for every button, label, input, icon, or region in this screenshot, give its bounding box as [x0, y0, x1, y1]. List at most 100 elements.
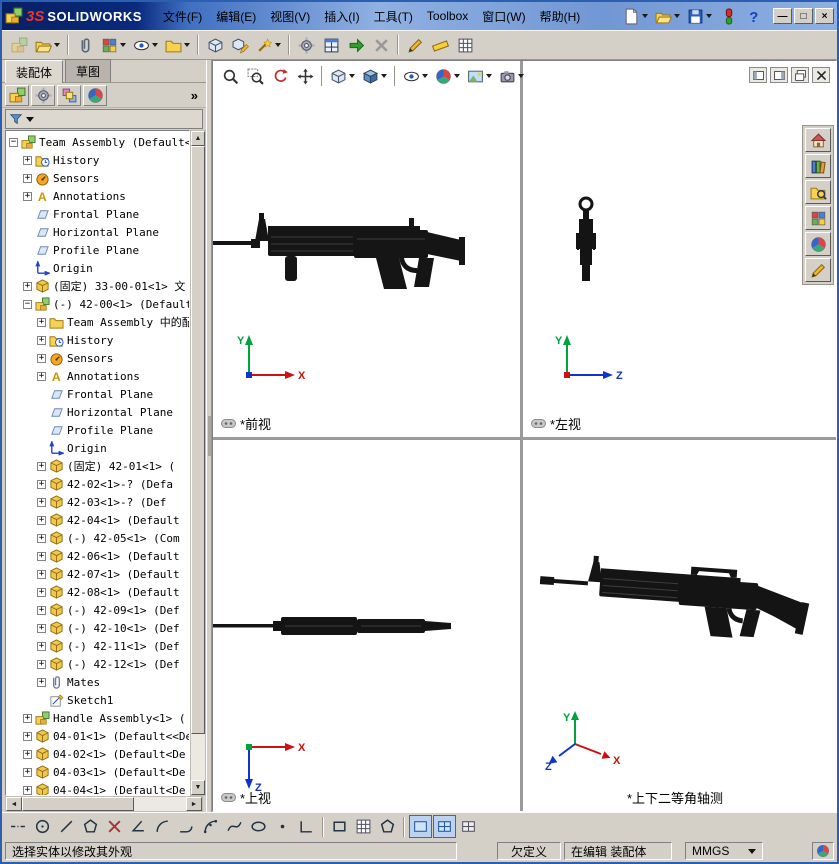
minimize-button[interactable]: — [773, 8, 792, 24]
zoom-to-fit-icon[interactable] [218, 65, 242, 87]
dropdown-arrow-icon[interactable] [275, 43, 281, 47]
maximize-button[interactable]: □ [794, 8, 813, 24]
tree-item[interactable]: +04-03<1> (Default<De [6, 763, 189, 781]
viewport-float-icon[interactable] [791, 67, 809, 83]
tree-item[interactable]: Horizontal Plane [6, 403, 189, 421]
component-pattern-icon[interactable] [162, 33, 193, 57]
dropdown-arrow-icon[interactable] [152, 43, 158, 47]
hide-show-items-icon[interactable] [400, 65, 431, 87]
tree-item[interactable]: + Annotations [6, 187, 189, 205]
plus-expander-icon[interactable]: + [37, 371, 46, 381]
display-style-icon[interactable] [359, 65, 390, 87]
dropdown-arrow-icon[interactable] [381, 74, 387, 78]
linked-views-icon[interactable] [457, 815, 480, 838]
dropdown-arrow-icon[interactable] [674, 14, 680, 18]
edit-component-icon[interactable] [228, 33, 252, 57]
horizontal-scroll-thumb[interactable] [22, 797, 134, 811]
tree-item[interactable]: + (固定) 33-00-01<1> 文 [6, 277, 189, 295]
tree-item[interactable]: + Mates [6, 673, 189, 691]
tree-item[interactable]: + (-) 42-05<1> (Com [6, 529, 189, 547]
edit-appearance-icon[interactable] [432, 65, 463, 87]
appearances-scenes-icon[interactable] [805, 232, 831, 256]
dropdown-arrow-icon[interactable] [120, 43, 126, 47]
viewport-left[interactable]: Y Z *左视 [523, 61, 836, 437]
cancel-rebuild-icon[interactable] [369, 33, 393, 57]
tree-item[interactable]: +42-07<1> (Default [6, 565, 189, 583]
viewport-front[interactable]: Y X *前视 [213, 61, 520, 437]
viewport-close-icon[interactable] [812, 67, 830, 83]
view-settings-icon[interactable] [496, 65, 527, 87]
tree-item[interactable]: + Sensors [6, 349, 189, 367]
plus-expander-icon[interactable]: + [37, 317, 46, 327]
tree-item[interactable]: + Handle Assembly<1> ( [6, 709, 189, 727]
units-dropdown-icon[interactable] [748, 848, 756, 854]
tangent-arc-icon[interactable] [175, 815, 198, 838]
menu-tools[interactable]: 工具(T) [367, 5, 420, 28]
menu-edit[interactable]: 编辑(E) [209, 5, 263, 28]
new-window-icon[interactable] [319, 33, 343, 57]
tree-item[interactable]: Frontal Plane [6, 205, 189, 223]
dropdown-arrow-icon[interactable] [422, 74, 428, 78]
dropdown-arrow-icon[interactable] [184, 43, 190, 47]
viewport-top[interactable]: X Z *上视 [213, 440, 520, 811]
model-isometric-view[interactable] [536, 540, 827, 660]
plus-expander-icon[interactable]: + [23, 713, 32, 723]
featuremanager-design-tree-icon[interactable] [5, 84, 29, 106]
insert-component-icon[interactable] [7, 33, 31, 57]
plus-expander-icon[interactable]: + [37, 677, 46, 687]
corner-rectangle-icon[interactable] [295, 815, 318, 838]
configuration-manager-icon[interactable] [57, 84, 81, 106]
tree-item[interactable]: − Team Assembly (Default< [6, 133, 189, 151]
tree-item[interactable]: Profile Plane [6, 241, 189, 259]
scroll-left-icon[interactable]: ◄ [6, 797, 22, 811]
tree-item[interactable]: + (固定) 42-01<1> ( [6, 457, 189, 475]
tree-item[interactable]: − (-) 42-00<1> (Default [6, 295, 189, 313]
sketch-icon[interactable] [403, 33, 427, 57]
smart-fasteners-icon[interactable] [98, 33, 129, 57]
plus-expander-icon[interactable]: + [37, 335, 46, 345]
tree-item[interactable]: + History [6, 151, 189, 169]
tab-assembly[interactable]: 装配体 [5, 60, 64, 83]
plus-expander-icon[interactable]: + [23, 173, 32, 183]
save-icon[interactable] [684, 4, 715, 28]
assembly-features-icon[interactable] [253, 33, 284, 57]
plus-expander-icon[interactable]: + [23, 749, 32, 759]
tree-item[interactable]: + (-) 42-10<1> (Def [6, 619, 189, 637]
model-front-view[interactable] [213, 199, 465, 291]
rotate-view-icon[interactable] [268, 65, 292, 87]
tree-item[interactable]: +42-03<1>-? (Def [6, 493, 189, 511]
zoom-to-area-icon[interactable] [243, 65, 267, 87]
minus-expander-icon[interactable]: − [9, 137, 18, 147]
plus-expander-icon[interactable]: + [23, 785, 32, 795]
sketch-ellipse-icon[interactable] [247, 815, 270, 838]
file-explorer-icon[interactable] [805, 180, 831, 204]
tree-item[interactable]: + (-) 42-11<1> (Def [6, 637, 189, 655]
units-dropdown[interactable]: MMGS [685, 842, 763, 860]
sketch-angle-icon[interactable] [127, 815, 150, 838]
more-tabs-chevron[interactable]: » [191, 88, 203, 103]
appearance-manager-icon[interactable] [83, 84, 107, 106]
convert-entities-icon[interactable] [376, 815, 399, 838]
filter-funnel-icon[interactable] [9, 112, 23, 126]
viewport-next-icon[interactable] [770, 67, 788, 83]
plus-expander-icon[interactable]: + [37, 551, 46, 561]
tree-item[interactable]: Sketch1 [6, 691, 189, 709]
close-button[interactable]: × [815, 8, 834, 24]
solidworks-resources-icon[interactable] [805, 128, 831, 152]
single-view-icon[interactable] [409, 815, 432, 838]
measure-icon[interactable] [428, 33, 452, 57]
dropdown-arrow-icon[interactable] [706, 14, 712, 18]
plus-expander-icon[interactable]: + [37, 623, 46, 633]
minus-expander-icon[interactable]: − [23, 299, 32, 309]
plus-expander-icon[interactable]: + [37, 353, 46, 363]
sketch-polygon-icon[interactable] [79, 815, 102, 838]
sketch-spline-icon[interactable] [223, 815, 246, 838]
vertical-scroll-thumb[interactable] [191, 146, 205, 734]
menu-insert[interactable]: 插入(I) [317, 5, 366, 28]
model-top-view[interactable] [213, 612, 453, 640]
menu-file[interactable]: 文件(F) [156, 5, 209, 28]
viewport-previous-icon[interactable] [749, 67, 767, 83]
plus-expander-icon[interactable]: + [23, 191, 32, 201]
sketch-arc-icon[interactable] [151, 815, 174, 838]
plus-expander-icon[interactable]: + [23, 155, 32, 165]
